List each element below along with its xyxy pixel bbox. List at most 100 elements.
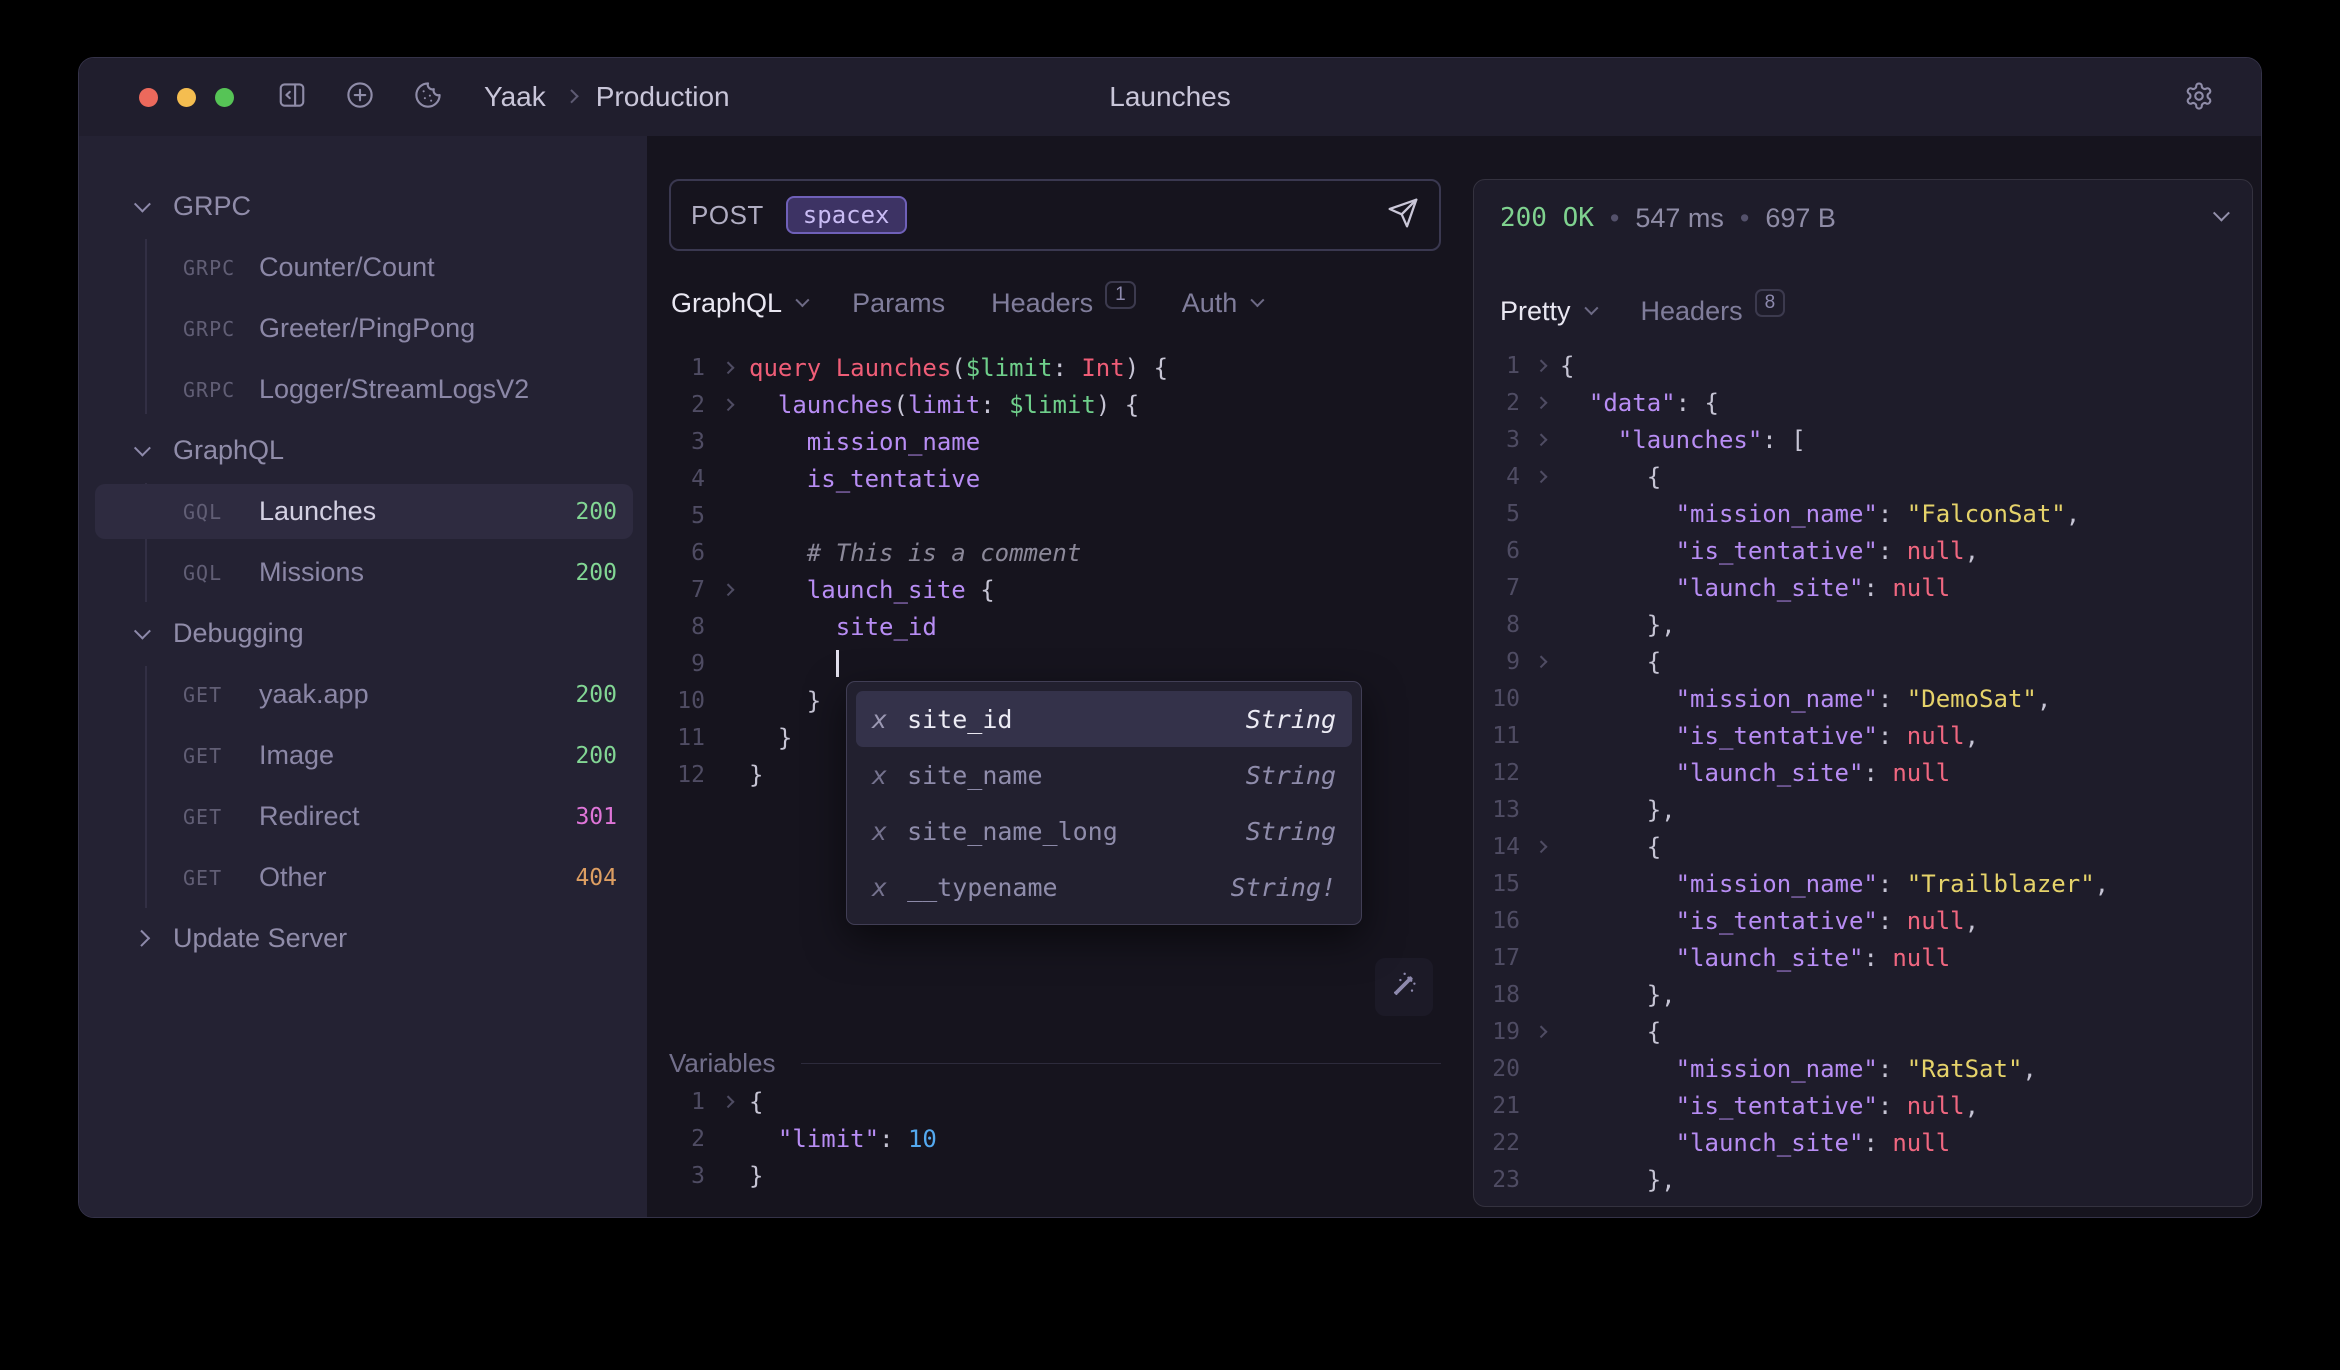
code-text: {	[1560, 348, 2252, 385]
sidebar-request-item[interactable]: GET Other 404	[79, 847, 647, 908]
sidebar-folder[interactable]: GraphQL	[79, 420, 647, 481]
close-button[interactable]	[139, 88, 158, 107]
response-size: 697 B	[1765, 203, 1836, 234]
panel-left-icon	[277, 80, 307, 115]
fold-icon[interactable]	[1534, 655, 1547, 668]
fold-column	[1520, 977, 1560, 1014]
sidebar-request-item[interactable]: GRPC Counter/Count	[79, 237, 647, 298]
tab-count-badge: 1	[1105, 281, 1136, 309]
line-number: 17	[1474, 940, 1520, 977]
sidebar-request-item[interactable]: GRPC Greeter/PingPong	[79, 298, 647, 359]
sidebar-request-item[interactable]: GET Image 200	[79, 725, 647, 786]
zoom-button[interactable]	[215, 88, 234, 107]
fold-icon[interactable]	[1534, 1025, 1547, 1038]
variables-editor[interactable]: 1 { 2 "limit": 10 3 }	[647, 1084, 1463, 1195]
tab[interactable]: GraphQL	[671, 288, 806, 319]
sidebar-request-item[interactable]: GET yaak.app 200	[79, 664, 647, 725]
fold-icon[interactable]	[1534, 396, 1547, 409]
line-number: 7	[1474, 570, 1520, 607]
code-line: 3 "launches": [	[1474, 422, 2252, 459]
autocomplete-item[interactable]: x site_id String	[856, 691, 1352, 747]
fold-icon[interactable]	[721, 1095, 734, 1108]
sidebar-request-item[interactable]: GQL Missions 200	[79, 542, 647, 603]
sidebar-folder[interactable]: GRPC	[79, 176, 647, 237]
fold-column	[1520, 1162, 1560, 1199]
autocomplete-item[interactable]: x site_name_long String	[856, 803, 1352, 859]
response-tabs: Pretty Headers 8	[1500, 284, 1785, 338]
toggle-sidebar-button[interactable]	[274, 79, 310, 115]
fold-column	[705, 424, 749, 461]
folder-label: Update Server	[173, 923, 347, 954]
field-kind-glyph: x	[872, 873, 887, 902]
sidebar-request-item[interactable]: GRPC Logger/StreamLogsV2	[79, 359, 647, 420]
request-label: Launches	[259, 496, 575, 527]
code-text: {	[1560, 1199, 2252, 1207]
folder-label: GraphQL	[173, 435, 284, 466]
cookie-icon	[413, 80, 443, 115]
tab[interactable]: Pretty	[1500, 296, 1595, 327]
method-tag: GRPC	[183, 378, 259, 402]
code-line: 8 },	[1474, 607, 2252, 644]
code-text: "is_tentative": null,	[1560, 533, 2252, 570]
method-tag: GET	[183, 744, 259, 768]
suggestion-type: String	[1246, 817, 1336, 846]
fold-column	[705, 461, 749, 498]
code-line: 19 {	[1474, 1014, 2252, 1051]
tab[interactable]: Headers 1	[991, 288, 1136, 319]
settings-button[interactable]	[2181, 80, 2217, 116]
code-line: 2 launches(limit: $limit) {	[647, 387, 1463, 424]
gear-icon	[2184, 81, 2214, 116]
tab[interactable]: Auth	[1182, 288, 1262, 319]
tab[interactable]: Headers 8	[1641, 296, 1786, 327]
tab[interactable]: Params	[852, 288, 945, 319]
folder-label: GRPC	[173, 191, 251, 222]
titlebar: Yaak Production Launches	[79, 58, 2261, 136]
send-button[interactable]	[1387, 197, 1419, 234]
url-template-badge[interactable]: spacex	[786, 196, 907, 234]
suggestion-type: String	[1246, 761, 1336, 790]
fold-icon[interactable]	[1534, 840, 1547, 853]
collapse-response-button[interactable]	[2214, 209, 2226, 227]
fold-icon[interactable]	[721, 361, 734, 374]
sidebar-request-item[interactable]: GQL Launches 200	[95, 484, 633, 539]
fold-column	[1520, 496, 1560, 533]
fold-column	[1520, 1051, 1560, 1088]
fold-icon[interactable]	[1534, 433, 1547, 446]
code-line: 1 query Launches($limit: Int) {	[647, 350, 1463, 387]
fold-column	[1520, 348, 1560, 385]
fold-column	[1520, 1088, 1560, 1125]
line-number: 3	[647, 1158, 705, 1195]
request-method: POST	[691, 200, 764, 231]
new-request-button[interactable]	[342, 79, 378, 115]
sidebar-request-item[interactable]: GET Redirect 301	[79, 786, 647, 847]
fold-icon[interactable]	[721, 398, 734, 411]
chevron-icon	[135, 933, 169, 945]
method-tag: GRPC	[183, 256, 259, 280]
cookies-button[interactable]	[410, 79, 446, 115]
chevron-icon	[135, 628, 169, 640]
autocomplete-item[interactable]: x site_name String	[856, 747, 1352, 803]
code-text: },	[1560, 1162, 2252, 1199]
code-text: "is_tentative": null,	[1560, 1088, 2252, 1125]
code-line: 4 {	[1474, 459, 2252, 496]
breadcrumb-workspace[interactable]: Production	[596, 81, 730, 113]
response-body-viewer[interactable]: 1 { 2 "data": { 3 "launches": [ 4 { 5 "m…	[1474, 348, 2252, 1207]
fold-icon[interactable]	[1534, 470, 1547, 483]
request-label: Missions	[259, 557, 575, 588]
code-text: mission_name	[749, 424, 1463, 461]
line-number: 1	[647, 1084, 705, 1121]
sidebar-folder[interactable]: Debugging	[79, 603, 647, 664]
format-button[interactable]	[1375, 958, 1433, 1016]
autocomplete-item[interactable]: x __typename String!	[856, 859, 1352, 915]
fold-icon[interactable]	[1534, 359, 1547, 372]
fold-icon[interactable]	[721, 583, 734, 596]
tab-label: Headers	[991, 288, 1093, 319]
breadcrumb-app[interactable]: Yaak	[484, 81, 546, 113]
minimize-button[interactable]	[177, 88, 196, 107]
line-number: 16	[1474, 903, 1520, 940]
code-text: "launch_site": null	[1560, 940, 2252, 977]
code-text: site_id	[749, 609, 1463, 646]
url-bar[interactable]: POST spacex	[669, 179, 1441, 251]
sidebar-folder[interactable]: Update Server	[79, 908, 647, 969]
chevron-icon	[135, 201, 169, 213]
